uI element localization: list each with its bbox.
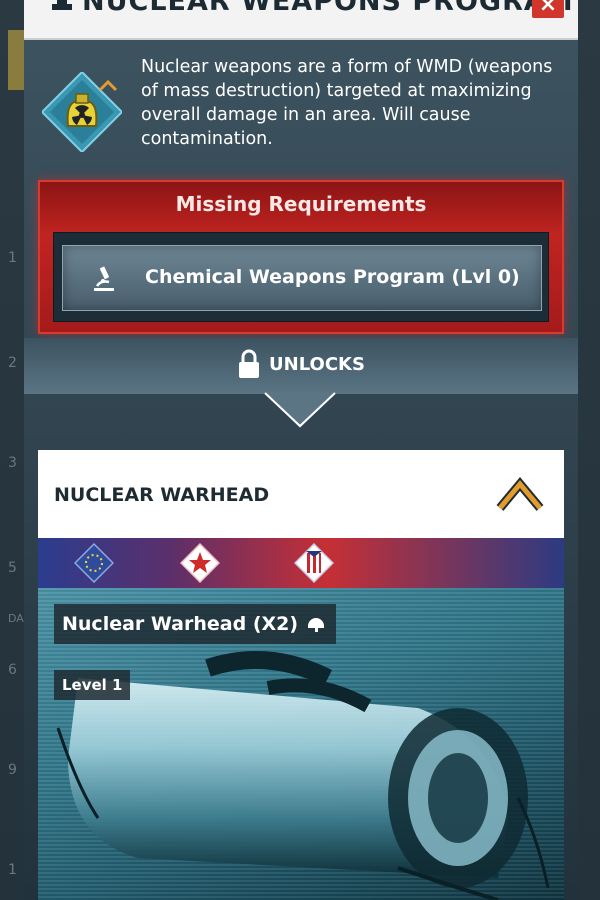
unlock-card-header[interactable]: NUCLEAR WARHEAD — [38, 450, 564, 538]
requirement-label: Chemical Weapons Program (Lvl 0) — [145, 266, 520, 288]
faction-strip — [38, 538, 564, 588]
background-tick: 3 — [8, 455, 17, 471]
modal-header: NUCLEAR WEAPONS PROGRAM × — [24, 0, 578, 40]
european-faction-icon — [74, 543, 114, 583]
warhead-image: Nuclear Warhead (X2) Level 1 — [38, 588, 564, 900]
lock-icon — [239, 349, 260, 378]
unlocks-down-arrow-icon — [263, 392, 337, 428]
background-tick: 9 — [8, 762, 17, 778]
item-name: Nuclear Warhead (X2) — [62, 613, 299, 635]
modal-title: NUCLEAR WEAPONS PROGRAM — [82, 0, 574, 17]
helmet-icon — [308, 618, 325, 632]
nuclear-weapons-icon — [40, 70, 124, 154]
missing-requirements-panel: Missing Requirements Chemical Weapons Pr… — [38, 180, 564, 334]
background-tick: 1 — [8, 250, 17, 266]
background-tick: 1 — [8, 862, 17, 878]
unlocks-label: UNLOCKS — [269, 353, 365, 375]
background-day-label: DA — [8, 612, 24, 625]
background-highlight — [8, 30, 24, 90]
close-button[interactable]: × — [532, 0, 564, 18]
requirements-list: Chemical Weapons Program (Lvl 0) — [53, 232, 549, 322]
unlock-card-title: NUCLEAR WARHEAD — [54, 484, 270, 506]
background-tick: 2 — [8, 355, 17, 371]
american-faction-icon — [294, 543, 334, 583]
chevron-up-icon[interactable] — [496, 474, 544, 514]
item-level-tag: Level 1 — [54, 670, 131, 700]
requirement-item[interactable]: Chemical Weapons Program (Lvl 0) — [62, 245, 542, 311]
missing-requirements-title: Missing Requirements — [175, 192, 427, 216]
background-tick: 5 — [8, 560, 17, 576]
item-name-tag: Nuclear Warhead (X2) — [54, 604, 337, 644]
unlocks-header: UNLOCKS — [24, 346, 578, 382]
nuclear-program-icon — [52, 0, 72, 10]
research-description: Nuclear weapons are a form of WMD (weapo… — [141, 57, 553, 149]
background-left-panel: 1 2 3 5 DA 6 9 1 — [0, 0, 24, 900]
background-tick: 6 — [8, 662, 17, 678]
background-right-panel — [576, 0, 600, 900]
unlock-card: NUCLEAR WARHEAD Nuclear Warhead (X2) Lev… — [38, 450, 564, 900]
asian-faction-icon — [180, 543, 220, 583]
microscope-icon — [94, 266, 114, 291]
research-modal: NUCLEAR WEAPONS PROGRAM × Nuclear weapon… — [24, 0, 578, 900]
